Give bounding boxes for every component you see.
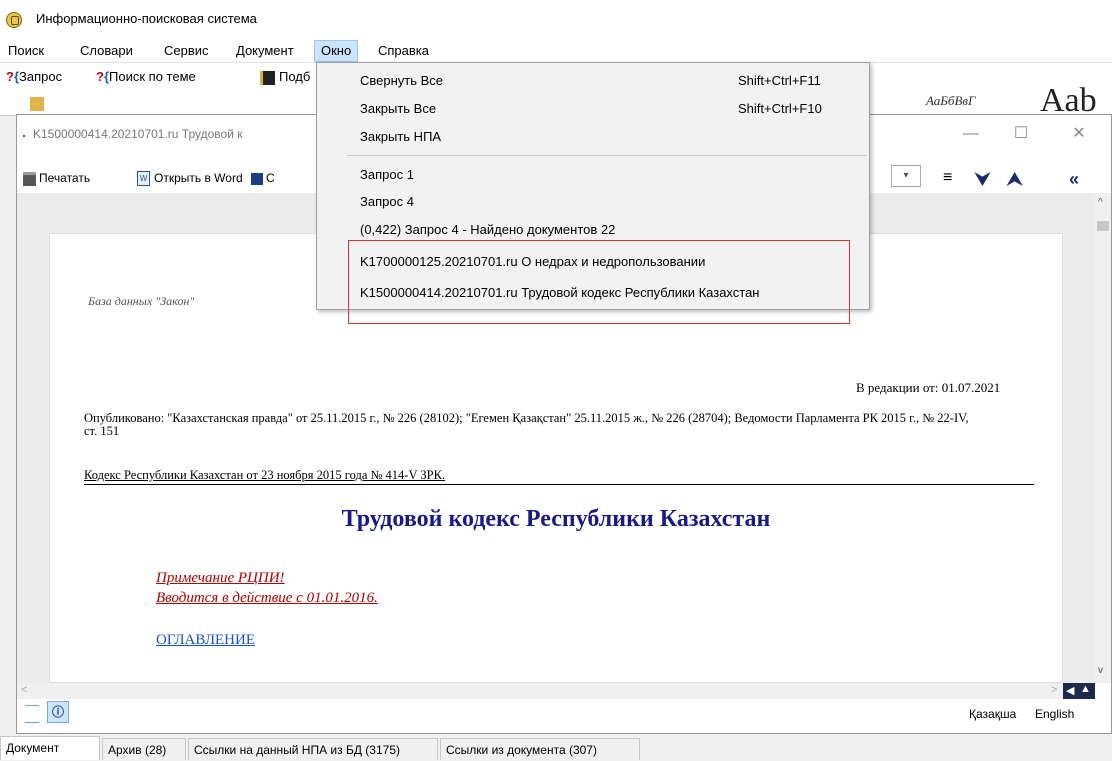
bottom-tabs: Документ Архив (28) Ссылки на данный НПА… — [0, 736, 1112, 760]
scroll-thumb[interactable] — [1097, 221, 1109, 231]
horizontal-scrollbar[interactable]: < > — [17, 683, 1063, 699]
menu-search[interactable]: Поиск — [2, 40, 50, 62]
toc-link[interactable]: ОГЛАВЛЕНИЕ — [156, 632, 255, 649]
scroll-down-icon[interactable]: v — [1098, 665, 1103, 676]
menubar: Поиск Словари Сервис Документ Окно Справ… — [0, 40, 1112, 63]
menu-query-4[interactable]: Запрос 4 — [318, 190, 868, 214]
status-row: ⓘ Қазақша English — [17, 699, 1111, 733]
info-icon[interactable]: ⓘ — [47, 701, 69, 723]
save-button[interactable]: С — [251, 171, 275, 185]
highlight-box — [348, 240, 850, 324]
minimize-button[interactable]: — — [949, 121, 993, 147]
window-icon — [23, 135, 25, 137]
note-title: Примечание РЦПИ! — [156, 570, 285, 586]
app-logo-icon — [6, 12, 22, 28]
app-title: Информационно-поисковая система — [36, 11, 257, 26]
menu-close-all[interactable]: Закрыть Все Shift+Ctrl+F10 — [318, 97, 868, 121]
edition-date: В редакции от: 01.07.2021 — [856, 380, 1001, 395]
menu-query-4-results[interactable]: (0,422) Запрос 4 - Найдено документов 22 — [318, 218, 868, 242]
split-view-icon[interactable] — [25, 705, 39, 723]
page-nav-arrows[interactable]: ◀ ▲ — [1063, 683, 1095, 699]
lang-kazakh-link[interactable]: Қазақша — [969, 707, 1016, 721]
menu-collapse-all[interactable]: Свернуть Все Shift+Ctrl+F11 — [318, 69, 868, 93]
collapse-panel-icon[interactable]: « — [1069, 169, 1079, 190]
maximize-button[interactable]: ☐ — [999, 121, 1043, 147]
menu-lines-icon[interactable]: ≡ — [943, 169, 952, 187]
prev-hit-icon[interactable]: ⮝ — [1007, 169, 1022, 190]
scroll-up-icon[interactable]: ^ — [1098, 197, 1103, 208]
nav-up-icon[interactable]: ▲ — [1080, 683, 1091, 695]
menu-close-npa[interactable]: Закрыть НПА — [318, 125, 868, 149]
tab-links-from[interactable]: Ссылки из документа (307) — [440, 738, 640, 760]
menu-dictionaries[interactable]: Словари — [74, 40, 139, 62]
tab-archive[interactable]: Архив (28) — [102, 738, 186, 760]
menu-service[interactable]: Сервис — [158, 40, 215, 62]
menu-window[interactable]: Окно — [314, 40, 359, 62]
menu-document[interactable]: Документ — [230, 40, 300, 62]
topic-search-button[interactable]: ?{Поиск по теме — [96, 67, 196, 87]
vertical-scrollbar[interactable]: ^ v — [1095, 193, 1111, 683]
document-heading: Трудовой кодекс Республики Казахстан — [341, 506, 771, 532]
menu-separator — [347, 155, 867, 156]
scroll-left-icon[interactable]: < — [21, 684, 27, 696]
query-icon: ?{ — [6, 69, 20, 84]
topic-search-icon: ?{ — [96, 69, 110, 84]
shortcut-label: Shift+Ctrl+F10 — [738, 101, 822, 116]
tab-document[interactable]: Документ — [0, 736, 100, 760]
menu-query-1[interactable]: Запрос 1 — [318, 163, 868, 187]
printer-icon — [23, 171, 36, 186]
next-hit-icon[interactable]: ⮟ — [975, 169, 990, 190]
close-button[interactable]: ✕ — [1057, 121, 1101, 147]
word-icon: W — [137, 171, 150, 187]
db-label: База данных "Закон" — [88, 294, 195, 308]
note-body: Вводится в действие с 01.01.2016. — [156, 590, 378, 606]
nav-left-icon[interactable]: ◀ — [1066, 684, 1074, 697]
lang-english-link[interactable]: English — [1035, 707, 1074, 721]
print-button[interactable]: Печатать — [23, 171, 90, 186]
tab-links-to[interactable]: Ссылки на данный НПА из БД (3175) — [188, 738, 438, 760]
app-titlebar: Информационно-поисковая система — [0, 0, 1112, 40]
menu-help[interactable]: Справка — [372, 40, 435, 62]
document-window-title: K1500000414.20210701.ru Трудовой к — [33, 127, 243, 141]
folder-icon — [30, 97, 44, 111]
code-line: Кодекс Республики Казахстан от 23 ноября… — [84, 468, 1034, 485]
search-combo-dropdown[interactable]: ▾ — [891, 165, 921, 187]
selection-button[interactable]: Подб — [260, 67, 310, 87]
open-in-word-button[interactable]: W Открыть в Word — [137, 171, 243, 187]
scroll-right-icon[interactable]: > — [1051, 684, 1057, 696]
book-icon — [260, 70, 275, 85]
publication-info: Опубликовано: "Казахстанская правда" от … — [84, 411, 969, 438]
font-sample: АаБбВвГ — [926, 93, 976, 108]
query-button[interactable]: ?{Запрос — [6, 67, 62, 87]
save-icon — [251, 172, 263, 185]
shortcut-label: Shift+Ctrl+F11 — [738, 73, 821, 88]
